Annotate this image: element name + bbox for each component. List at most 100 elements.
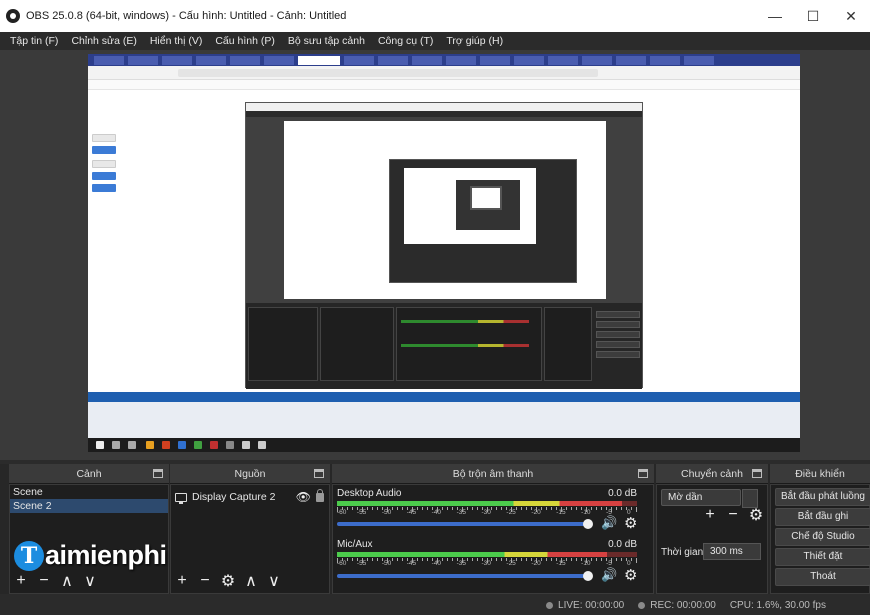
nested-obs-window	[245, 102, 643, 389]
maximize-button[interactable]: ☐	[794, 0, 832, 32]
captured-page-footer	[88, 392, 800, 402]
sources-list: Display Capture 2 👁 + − ⚙ ∧ ∨	[170, 484, 330, 594]
captured-like-button	[92, 146, 116, 154]
gear-icon[interactable]: ⚙	[624, 514, 637, 532]
meter-tick-label: -35	[456, 509, 466, 516]
captured-taskbar	[88, 438, 800, 452]
volume-slider-knob[interactable]	[583, 519, 593, 529]
captured-like-box	[92, 134, 116, 142]
scene-item-selected[interactable]: Scene 2	[10, 499, 168, 513]
volume-slider[interactable]	[337, 574, 589, 578]
rec-time: REC: 00:00:00	[650, 600, 716, 611]
captured-like-button-2	[92, 172, 116, 180]
scene-down-button[interactable]: ∨	[83, 573, 97, 590]
menu-bar: Tập tin (F) Chỉnh sửa (E) Hiển thị (V) C…	[0, 32, 870, 50]
channel-db: 0.0 dB	[608, 539, 637, 550]
transition-settings-gear-icon[interactable]: ⚙	[749, 507, 763, 524]
transitions-dock-header: Chuyển cảnh	[656, 464, 768, 484]
eye-icon[interactable]: 👁	[296, 490, 311, 504]
add-source-button[interactable]: +	[175, 572, 189, 589]
menu-scene-collection[interactable]: Bộ sưu tập cảnh	[288, 35, 365, 47]
sources-dock-title: Nguồn	[234, 467, 266, 480]
preview-area[interactable]	[0, 50, 870, 460]
menu-edit[interactable]: Chỉnh sửa (E)	[71, 35, 136, 47]
source-settings-gear-icon[interactable]: ⚙	[221, 573, 235, 590]
mixer-channel-desktop-audio: Desktop Audio 0.0 dB -60 -55 -50 -45 -40 -35 -…	[337, 488, 637, 536]
meter-tick-label: -5	[606, 560, 612, 567]
duration-input[interactable]: 300 ms	[703, 543, 761, 560]
rec-status: REC: 00:00:00	[638, 600, 716, 611]
captured-bookmarks-bar	[88, 80, 800, 90]
controls-dock-title: Điều khiển	[795, 467, 845, 480]
scene-item[interactable]: Scene	[10, 485, 168, 499]
dock-float-icon[interactable]	[638, 469, 648, 478]
add-transition-button[interactable]: +	[703, 506, 717, 523]
audio-mixer: Desktop Audio 0.0 dB -60 -55 -50 -45 -40 -35 -…	[332, 484, 654, 594]
volume-slider[interactable]	[337, 522, 589, 526]
obs-logo-icon	[6, 9, 20, 23]
monitor-icon	[175, 492, 187, 504]
meter-tick-label: -35	[456, 560, 466, 567]
captured-browser-tabs	[88, 54, 800, 66]
menu-tools[interactable]: Công cụ (T)	[378, 35, 433, 47]
meter-tick-labels: -60 -55 -50 -45 -40 -35 -30 -25 -20 -15 -10 -5 0	[337, 509, 637, 518]
menu-file[interactable]: Tập tin (F)	[10, 35, 58, 47]
meter-tick-label: -60	[337, 509, 347, 516]
meter-tick-label: -55	[356, 509, 367, 516]
meter-tick-label: -25	[506, 560, 516, 567]
live-status: LIVE: 00:00:00	[546, 600, 624, 611]
minimize-button[interactable]: —	[756, 0, 794, 32]
close-button[interactable]: ✕	[832, 0, 870, 32]
meter-tick-label: -20	[531, 560, 541, 567]
volume-slider-knob[interactable]	[583, 571, 593, 581]
controls-panel: Bắt đầu phát luồng Bắt đầu ghi Chế độ St…	[770, 484, 870, 594]
live-indicator-icon	[546, 601, 554, 609]
remove-transition-button[interactable]: −	[726, 506, 740, 523]
mixer-dock-header: Bộ trộn âm thanh	[332, 464, 654, 484]
meter-tick-label: -40	[431, 509, 442, 516]
sources-dock-header: Nguồn	[170, 464, 330, 484]
captured-page-footer-links	[88, 402, 800, 438]
source-item[interactable]: Display Capture 2 👁	[175, 488, 327, 505]
menu-profile[interactable]: Cấu hình (P)	[215, 35, 275, 47]
scenes-dock-title: Cảnh	[76, 467, 102, 480]
meter-tick-label: -10	[581, 560, 591, 567]
lock-icon[interactable]	[316, 488, 324, 502]
scene-up-button[interactable]: ∧	[60, 573, 74, 590]
rec-indicator-icon	[638, 601, 646, 609]
dock-float-icon[interactable]	[153, 469, 163, 478]
source-up-button[interactable]: ∧	[244, 573, 258, 590]
gear-icon[interactable]: ⚙	[624, 566, 637, 584]
transition-select[interactable]: Mờ dần	[661, 489, 758, 508]
add-scene-button[interactable]: +	[14, 572, 28, 589]
meter-tick-label: -10	[581, 509, 591, 516]
remove-scene-button[interactable]: −	[37, 572, 51, 589]
captured-address-bar	[88, 66, 800, 80]
duration-label: Thời gian	[661, 547, 704, 558]
settings-button[interactable]: Thiết đặt	[775, 548, 870, 566]
menu-view[interactable]: Hiển thị (V)	[150, 35, 203, 47]
exit-button[interactable]: Thoát	[775, 568, 870, 586]
menu-help[interactable]: Trợ giúp (H)	[446, 35, 503, 47]
channel-name: Mic/Aux	[337, 539, 373, 550]
remove-source-button[interactable]: −	[198, 572, 212, 589]
volume-meter	[337, 501, 637, 506]
scenes-list: Scene Scene 2 + − ∧ ∨	[9, 484, 169, 594]
meter-tick-label: -60	[337, 560, 347, 567]
dock-float-icon[interactable]	[752, 469, 762, 478]
studio-mode-button[interactable]: Chế độ Studio	[775, 528, 870, 546]
start-streaming-button[interactable]: Bắt đầu phát luồng	[775, 488, 870, 506]
meter-tick-label: -20	[531, 509, 541, 516]
meter-tick-label: -30	[481, 560, 491, 567]
scenes-dock-header: Cảnh	[9, 464, 169, 484]
speaker-icon[interactable]: 🔊	[601, 567, 617, 583]
source-down-button[interactable]: ∨	[267, 573, 281, 590]
mixer-dock-title: Bộ trộn âm thanh	[452, 467, 534, 480]
start-recording-button[interactable]: Bắt đầu ghi	[775, 508, 870, 526]
taimienphi-logo-icon: T	[14, 540, 44, 571]
meter-tick-label: -55	[356, 560, 367, 567]
captured-share-button	[92, 184, 116, 192]
transitions-toolbar: + − ⚙	[703, 506, 763, 524]
dock-float-icon[interactable]	[314, 469, 324, 478]
speaker-icon[interactable]: 🔊	[601, 515, 617, 531]
